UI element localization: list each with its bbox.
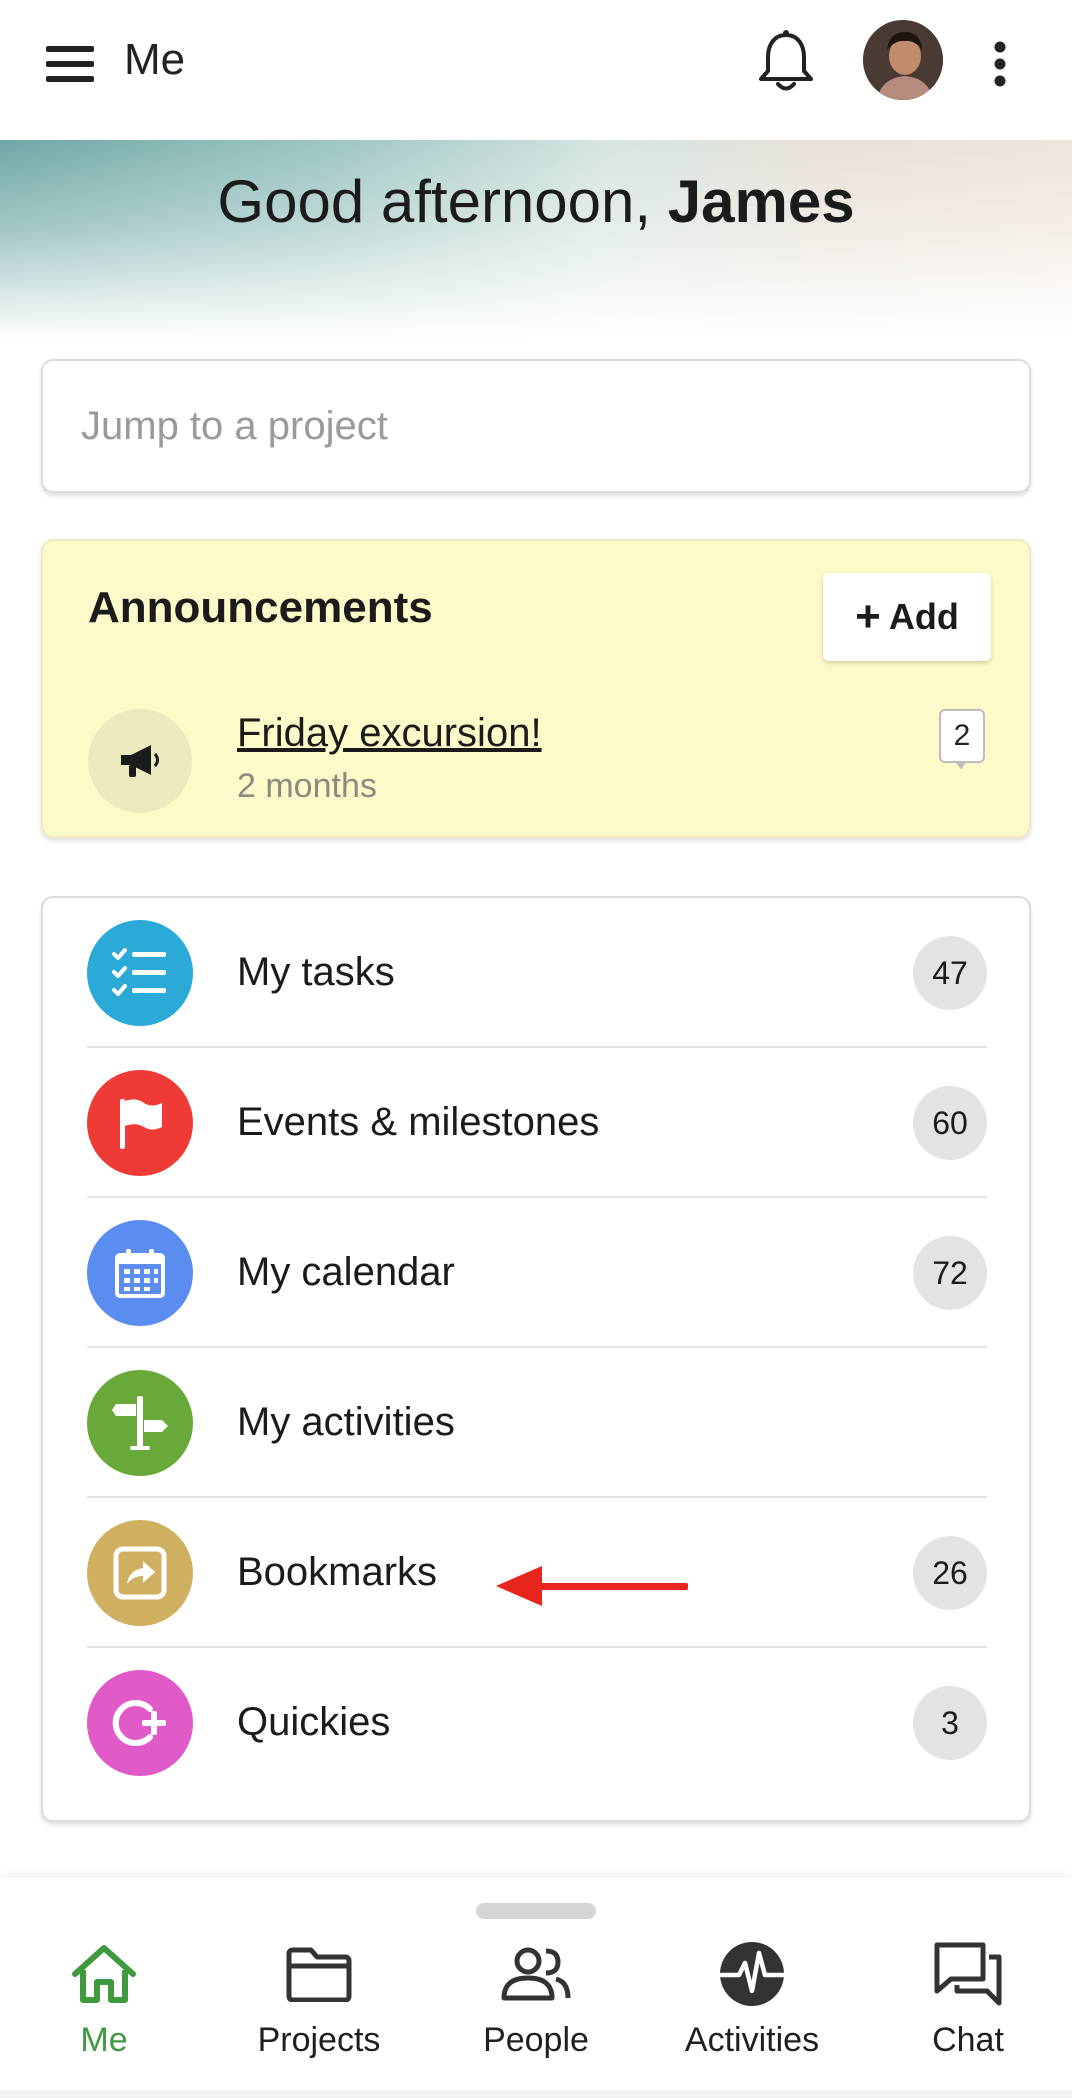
nav-label: Me [80,2021,128,2059]
bookmark-share-icon [87,1520,193,1626]
greeting-user-name: James [667,168,855,235]
announcements-card: Announcements + Add Friday excursion! 2 … [41,539,1031,838]
count-badge: 26 [913,1536,987,1610]
nav-people[interactable]: People [436,1938,636,2078]
list-item-label: My activities [237,1400,455,1444]
top-app-bar: Me [0,0,1072,140]
home-icon [4,1938,204,2010]
chat-icon [868,1938,1068,2010]
annotation-arrow-icon [496,1560,692,1612]
list-item-events-milestones[interactable]: Events & milestones 60 [87,1048,987,1198]
shortcuts-list-card: My tasks 47 Events & milestones 60 My ca… [41,896,1031,1822]
plus-icon: + [855,592,881,641]
quickie-icon [87,1670,193,1776]
list-item-my-calendar[interactable]: My calendar 72 [87,1198,987,1348]
more-vertical-icon[interactable] [976,28,1024,100]
nav-label: Chat [932,2021,1004,2059]
announcement-link[interactable]: Friday excursion! [237,711,542,756]
nav-chat[interactable]: Chat [868,1938,1068,2078]
project-search-input[interactable] [81,395,981,457]
hero-banner: Good afternoon, James [0,140,1072,340]
nav-activities[interactable]: Activities [652,1938,852,2078]
comment-count: 2 [939,709,985,763]
greeting-prefix: Good afternoon, [217,168,668,235]
nav-label: People [483,2021,589,2059]
flag-icon [87,1070,193,1176]
user-avatar[interactable] [863,20,943,100]
list-item-quickies[interactable]: Quickies 3 [87,1648,987,1798]
task-list-icon [87,920,193,1026]
people-icon [436,1938,636,2010]
count-badge: 3 [913,1686,987,1760]
bottom-navigation: Me Projects People Activities Chat [0,1878,1072,2098]
list-item-my-activities[interactable]: My activities [87,1348,987,1498]
list-item-label: Quickies [237,1700,391,1744]
megaphone-icon [88,709,192,813]
nav-projects[interactable]: Projects [219,1938,419,2078]
bell-icon[interactable] [748,22,824,102]
activity-pulse-icon [652,1938,852,2010]
count-badge: 60 [913,1086,987,1160]
add-button-label: Add [888,596,959,637]
signpost-icon [87,1370,193,1476]
list-item-label: My tasks [237,950,395,994]
count-badge: 72 [913,1236,987,1310]
system-bottom-strip [0,2090,1072,2098]
announcement-age: 2 months [237,767,377,805]
list-item-label: Bookmarks [237,1550,438,1594]
hamburger-menu-icon[interactable] [36,30,104,98]
drag-handle[interactable] [476,1903,596,1919]
list-item-label: My calendar [237,1250,455,1294]
list-item-label: Events & milestones [237,1100,600,1144]
folder-icon [219,1938,419,2010]
page-title: Me [124,35,186,84]
count-badge: 47 [913,936,987,1010]
nav-label: Projects [257,2021,381,2059]
add-announcement-button[interactable]: + Add [823,573,991,661]
announcements-title: Announcements [88,583,433,632]
list-item-my-tasks[interactable]: My tasks 47 [87,898,987,1048]
calendar-icon [87,1220,193,1326]
nav-label: Activities [684,2021,820,2059]
greeting-text: Good afternoon, James [0,166,1072,238]
nav-me[interactable]: Me [4,1938,204,2078]
project-search-card [41,359,1031,493]
comment-count-badge[interactable]: 2 [939,709,985,769]
